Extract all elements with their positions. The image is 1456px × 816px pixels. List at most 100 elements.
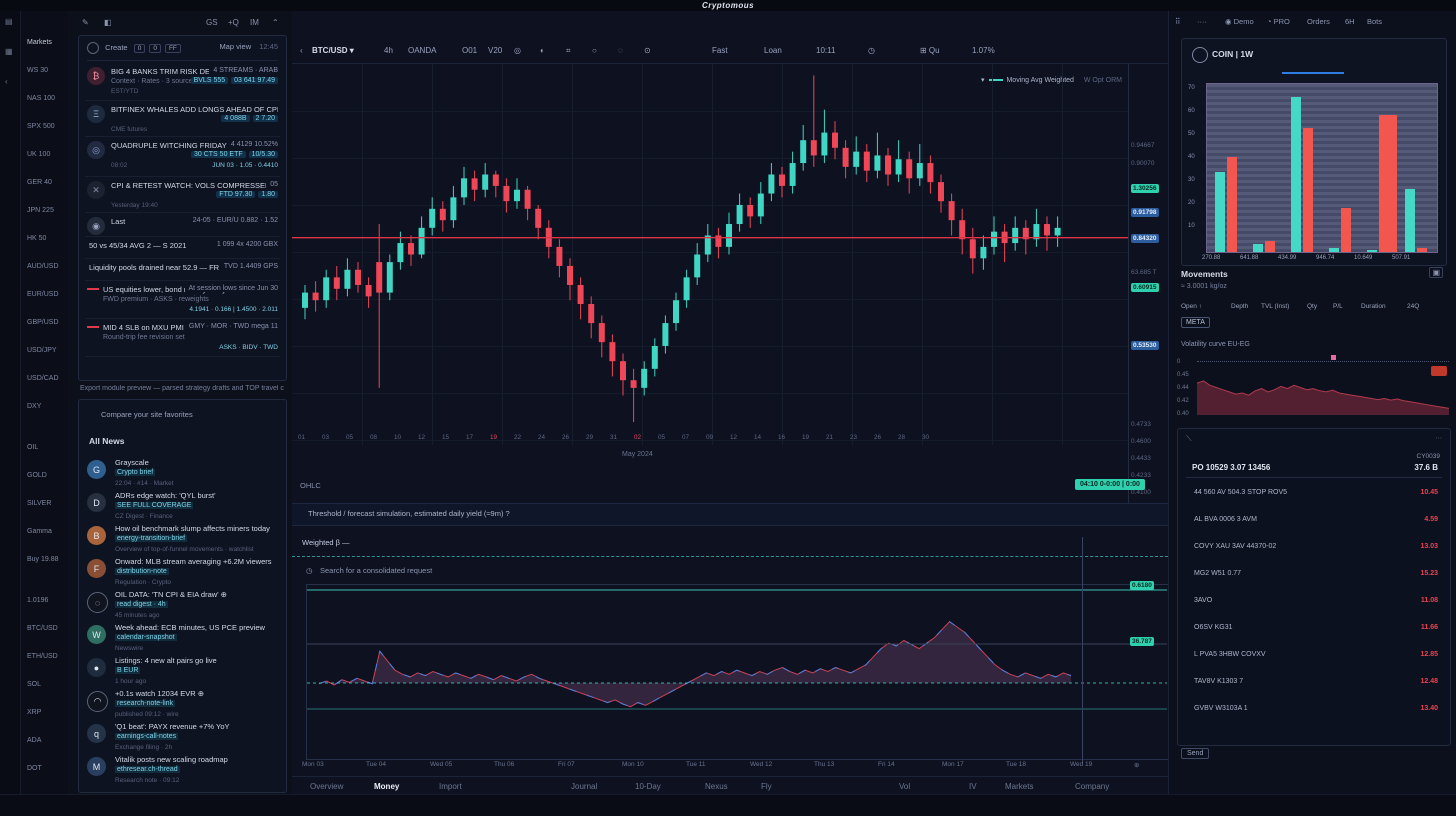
ticker-item[interactable]: UK 100 bbox=[27, 151, 50, 158]
news-row[interactable]: BHow oil benchmark slump affects miners … bbox=[87, 524, 280, 556]
ticker-item[interactable]: Gamma bbox=[27, 528, 52, 535]
time-axis[interactable]: 0103050810121517192224262931020507091214… bbox=[292, 431, 1128, 445]
order-row[interactable]: O6SV KG3111.66 bbox=[1178, 616, 1450, 643]
ticker-item[interactable]: SOL bbox=[27, 681, 41, 688]
bottom-toolbar-item[interactable]: Vol bbox=[899, 782, 910, 791]
ticker-item[interactable]: USD/JPY bbox=[27, 347, 57, 354]
news-row[interactable]: ◠+0.1s watch 12034 EVR ⊕research-note-li… bbox=[87, 689, 280, 721]
price-axis[interactable]: 0.946670.900701.302560.917980.8432063.68… bbox=[1128, 64, 1169, 504]
lower-chart[interactable] bbox=[306, 584, 1170, 760]
news-row[interactable]: FOnward: MLB stream averaging +6.2M view… bbox=[87, 557, 280, 589]
chart-tool-button[interactable]: 1.07% bbox=[972, 46, 995, 55]
news-row[interactable]: ◌OIL DATA: 'TN CPI & EIA draw' ⊕read dig… bbox=[87, 590, 280, 622]
feed-row[interactable]: ✕CPI & RETEST WATCH: VOLS COMPRESSED05FT… bbox=[85, 178, 280, 213]
search-row[interactable]: ◷ Search for a consolidated request bbox=[292, 564, 1168, 580]
left-toolbar-icon[interactable]: ✎ bbox=[82, 18, 89, 27]
order-row[interactable]: COVY XAU 3AV 44370-0213.03 bbox=[1178, 535, 1450, 562]
ticker-rail[interactable]: Markets WS 30 NAS 100 SPX 500 UK 100 GER 40 JP… bbox=[21, 11, 69, 816]
news-link[interactable]: distribution-note bbox=[115, 568, 169, 575]
meta-chip[interactable]: META bbox=[1181, 317, 1210, 328]
bottom-toolbar-item[interactable]: 10-Day bbox=[635, 782, 661, 791]
feed-badge[interactable]: BVLS 555 bbox=[191, 77, 229, 84]
lower-price-badge[interactable]: 36.787 bbox=[1130, 637, 1154, 646]
news-row[interactable]: WWeek ahead: ECB minutes, US PCE preview… bbox=[87, 623, 280, 655]
chart-tool-button[interactable]: Fast bbox=[712, 46, 728, 55]
bottom-toolbar-item[interactable]: Markets bbox=[1005, 782, 1033, 791]
movements-column-header[interactable]: Depth bbox=[1231, 303, 1248, 310]
ticker-item[interactable]: Buy 19.88 bbox=[27, 556, 59, 563]
ticker-item[interactable]: OIL bbox=[27, 444, 38, 451]
session-badge[interactable]: 04:10 0-0:00 | 0:00 bbox=[1075, 479, 1145, 490]
volume-bar-chart[interactable] bbox=[1206, 83, 1438, 253]
bottom-toolbar-item[interactable]: Nexus bbox=[705, 782, 728, 791]
rows-icon[interactable]: ▦ bbox=[5, 47, 13, 56]
right-toolbar-button[interactable]: Bots bbox=[1367, 17, 1382, 26]
left-toolbar-button[interactable]: +Q bbox=[228, 18, 239, 27]
grid-icon[interactable]: ▤ bbox=[5, 17, 13, 26]
ticker-item[interactable]: GER 40 bbox=[27, 179, 52, 186]
news-link[interactable]: ethresear.ch-thread bbox=[115, 766, 180, 773]
movements-column-header[interactable]: 24Q bbox=[1407, 303, 1419, 310]
feed-badge[interactable]: 30 CTS 50 ETF bbox=[191, 151, 246, 158]
feed-row[interactable]: US equities lower, bond money away from … bbox=[85, 282, 280, 319]
feed-badge[interactable]: 4 088B bbox=[221, 115, 249, 122]
ticker-item[interactable]: GBP/USD bbox=[27, 319, 59, 326]
bottom-toolbar-item[interactable]: Journal bbox=[571, 782, 597, 791]
chart-tool-button[interactable]: Loan bbox=[764, 46, 782, 55]
feed-row[interactable]: ₿BIG 4 BANKS TRIM RISK DESKS4 STREAMS · … bbox=[85, 64, 280, 101]
ticker-item[interactable]: XRP bbox=[27, 709, 41, 716]
candlestick-chart[interactable]: ▾ Moving Avg Weighted W Opt ORM bbox=[292, 64, 1128, 445]
ticker-item[interactable]: NAS 100 bbox=[27, 95, 55, 102]
lower-time-axis[interactable]: Mon 03Tue 04Wed 05Thu 06Fri 07Mon 10Tue … bbox=[292, 761, 1168, 773]
ticker-item[interactable]: 1.0196 bbox=[27, 597, 48, 604]
volatility-chart[interactable]: SMA(21) Margin bbox=[1197, 363, 1449, 417]
news-row[interactable]: DADRs edge watch: 'QYL burst'SEE FULL CO… bbox=[87, 491, 280, 523]
movements-column-header[interactable]: TVL (Inst) bbox=[1261, 303, 1289, 310]
order-row[interactable]: 3AVO11.08 bbox=[1178, 589, 1450, 616]
bottom-toolbar-item[interactable]: Fly bbox=[761, 782, 772, 791]
price-label-badge[interactable]: 1.30256 bbox=[1131, 184, 1159, 193]
feed-row[interactable]: Liquidity pools drained near 52.9 — FR 0… bbox=[85, 260, 280, 281]
feed-row[interactable]: ΞBITFINEX WHALES ADD LONGS AHEAD OF CPI … bbox=[85, 102, 280, 137]
chart-tool-button[interactable]: ◷ bbox=[868, 46, 875, 55]
order-row[interactable]: MG2 W51 0.7715.23 bbox=[1178, 562, 1450, 589]
ticker-item[interactable]: SPX 500 bbox=[27, 123, 55, 130]
news-row[interactable]: q'Q1 beat': PAYX revenue +7% YoYearnings… bbox=[87, 722, 280, 754]
feed-create-button[interactable]: Create bbox=[105, 43, 128, 52]
feed-row[interactable]: ◉Last24-05 · EUR/U 0.882 · 1.52 bbox=[85, 214, 280, 237]
news-link[interactable]: research-note-link bbox=[115, 700, 175, 707]
movements-column-header[interactable]: Duration bbox=[1361, 303, 1386, 310]
ticker-item[interactable]: DXY bbox=[27, 403, 41, 410]
news-row[interactable]: ●Listings: 4 new alt pairs go liveB EUR1… bbox=[87, 656, 280, 688]
order-row[interactable]: TAV8V K1303 712.48 bbox=[1178, 670, 1450, 697]
ticker-item[interactable]: Markets bbox=[27, 39, 52, 46]
order-row[interactable]: GVBV W3103A 113.40 bbox=[1178, 697, 1450, 724]
right-toolbar-button[interactable]: ⠿ bbox=[1175, 17, 1181, 26]
ticker-item[interactable]: DOT bbox=[27, 765, 42, 772]
movements-column-header[interactable]: Open ↑ bbox=[1181, 303, 1202, 310]
news-link[interactable]: B EUR bbox=[115, 667, 140, 674]
bottom-toolbar-item[interactable]: Money bbox=[374, 782, 399, 791]
chart-tool-icon[interactable]: ○ bbox=[592, 46, 597, 55]
ticker-item[interactable]: ETH/USD bbox=[27, 653, 58, 660]
ticker-item[interactable]: WS 30 bbox=[27, 67, 48, 74]
news-link[interactable]: Crypto brief bbox=[115, 469, 155, 476]
active-tab-underline[interactable] bbox=[1282, 72, 1344, 74]
news-link[interactable]: calendar-snapshot bbox=[115, 634, 177, 641]
bottom-toolbar-item[interactable]: Overview bbox=[310, 782, 343, 791]
news-link[interactable]: energy-transition-brief bbox=[115, 535, 187, 542]
bottom-toolbar-item[interactable]: Company bbox=[1075, 782, 1109, 791]
right-toolbar-button[interactable]: ◔ PRO bbox=[1267, 17, 1290, 26]
news-row[interactable]: GGrayscaleCrypto brief22:04 · #14 · Mark… bbox=[87, 458, 280, 490]
news-link[interactable]: read digest · 4h bbox=[115, 601, 168, 608]
feed-chip[interactable]: 0 bbox=[134, 44, 146, 53]
feed-badge[interactable]: FTD 97.30 bbox=[216, 191, 255, 198]
ticker-item[interactable]: JPN 225 bbox=[27, 207, 54, 214]
feed-badge[interactable]: 2 7.20 bbox=[253, 115, 278, 122]
news-link[interactable]: SEE FULL COVERAGE bbox=[115, 502, 193, 509]
lower-price-badge[interactable]: 0.6180 bbox=[1130, 581, 1154, 590]
feed-row[interactable]: ◎QUADRUPLE WITCHING FRIDAY — PRIME US4 4… bbox=[85, 138, 280, 177]
chart-tool-icon[interactable]: O01 bbox=[462, 46, 477, 55]
ticker-item[interactable]: HK 50 bbox=[27, 235, 46, 242]
feed-badge[interactable]: 1.80 bbox=[258, 191, 278, 198]
